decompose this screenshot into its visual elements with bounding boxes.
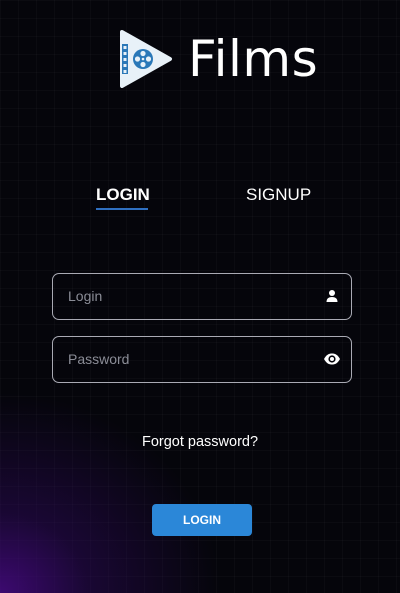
tab-login[interactable]: LOGIN: [96, 178, 150, 212]
auth-tabs: LOGIN SIGNUP: [0, 178, 400, 212]
eye-icon[interactable]: [323, 351, 341, 367]
tab-signup[interactable]: SIGNUP: [246, 178, 311, 212]
login-button[interactable]: LOGIN: [152, 504, 252, 536]
film-play-icon: [120, 30, 172, 88]
login-field: [52, 273, 352, 320]
app-title: Films: [188, 30, 319, 88]
login-input[interactable]: [68, 274, 308, 318]
password-field: [52, 336, 352, 383]
user-icon: [326, 290, 338, 302]
app-logo: Films: [116, 28, 318, 90]
password-input[interactable]: [68, 337, 308, 381]
forgot-password-link[interactable]: Forgot password?: [0, 434, 400, 450]
